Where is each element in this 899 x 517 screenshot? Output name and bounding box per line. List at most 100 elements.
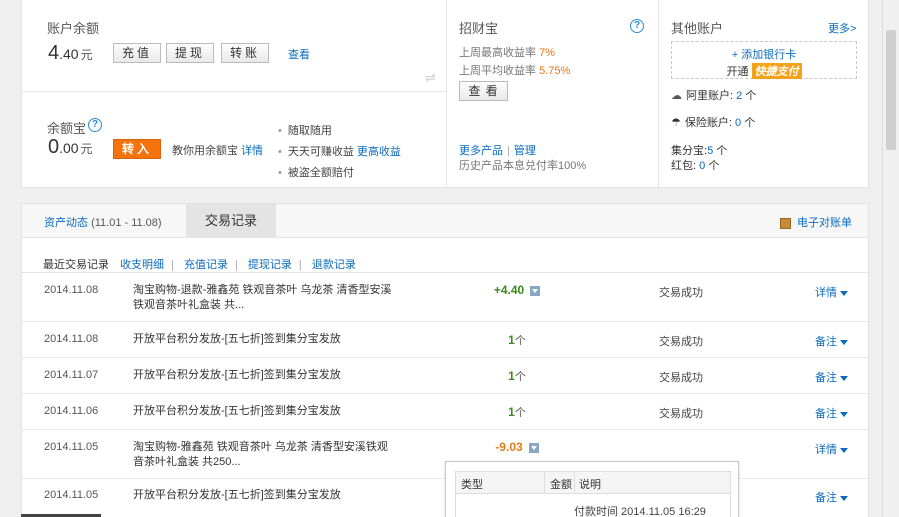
umbrella-icon: ☂ <box>671 117 681 129</box>
divider <box>544 472 545 494</box>
record-date: 2014.11.05 <box>44 441 99 453</box>
jifenbao-row: 集分宝:5 个 <box>671 145 728 157</box>
subnav-recharge[interactable]: 充值记录 <box>184 259 228 271</box>
recharge-button[interactable]: 充值 <box>113 43 161 63</box>
record-amount: 1个 <box>508 405 526 419</box>
yuebao-detail-link[interactable]: 详情 <box>241 145 263 157</box>
record-status: 交易成功 <box>659 408 703 420</box>
yuebao-amount: 0.00 元 <box>48 136 93 158</box>
transfer-in-button[interactable]: 转入 <box>113 139 161 159</box>
statement-icon <box>780 217 791 229</box>
expand-icon[interactable] <box>528 442 539 453</box>
yuebao-title: 余额宝 <box>47 121 87 136</box>
tab-transaction-records[interactable]: 交易记录 <box>186 204 276 238</box>
record-date: 2014.11.05 <box>44 489 99 501</box>
hongbao-count-link[interactable]: 0 <box>699 160 705 172</box>
record-desc: 开放平台积分发放-[五七折]签到集分宝发放 <box>133 369 341 381</box>
withdraw-button[interactable]: 提现 <box>166 43 214 63</box>
history-rate: 历史产品本息兑付率100% <box>459 160 587 172</box>
popup-pay-time: 付款时间 2014.11.05 16:29 <box>574 506 706 517</box>
record-status: 交易成功 <box>659 336 703 348</box>
help-icon[interactable]: ? <box>88 118 102 132</box>
popup-table: 类型 金额 说明 付款时间 2014.11.05 16:29 <box>455 471 731 517</box>
e-statement-link[interactable]: 电子对账单 <box>780 214 852 230</box>
feature-item: 天天可赚收益 更高收益 <box>278 144 401 165</box>
yuebao-features: 随取随用 天天可赚收益 更高收益 被盗全额赔付 <box>278 123 401 186</box>
more-products-link[interactable]: 更多产品 <box>459 145 503 157</box>
insurance-account-row: ☂ 保险账户: 0 个 <box>671 117 756 129</box>
hongbao-row: 红包: 0 个 <box>671 160 720 172</box>
zhaocaibao-view-button[interactable]: 查 看 <box>459 81 508 101</box>
record-detail-link[interactable]: 详情 <box>815 441 848 457</box>
cloud-icon: ☁ <box>671 90 682 102</box>
manage-link[interactable]: 管理 <box>514 145 536 157</box>
zhaocaibao-title: 招财宝 <box>459 21 499 36</box>
records-subnav: 最近交易记录 收支明细 | 充值记录 | 提现记录 | 退款记录 <box>43 259 356 271</box>
feature-item: 随取随用 <box>278 123 401 144</box>
record-note-link[interactable]: 备注 <box>815 369 848 385</box>
record-amount: +4.40 <box>487 283 547 297</box>
chevron-down-icon <box>840 495 848 501</box>
record-amount: 1个 <box>508 333 526 347</box>
add-bank-card-link[interactable]: + 添加银行卡 <box>672 46 856 62</box>
scrollbar-thumb[interactable] <box>886 30 896 150</box>
record-status: 交易成功 <box>659 372 703 384</box>
table-row: 2014.11.07 开放平台积分发放-[五七折]签到集分宝发放 1个 交易成功… <box>22 358 868 394</box>
chevron-down-icon <box>840 411 848 417</box>
quickpay-row: 开通 快捷支付 <box>672 63 856 79</box>
help-icon[interactable]: ? <box>630 19 644 33</box>
record-note-link[interactable]: 备注 <box>815 333 848 349</box>
record-amount: 1个 <box>508 369 526 383</box>
balance-view-link[interactable]: 查看 <box>288 46 310 62</box>
account-overview-panel: 账户余额 4.40 元 充值 提现 转账 查看 ⇌ 余额宝 ? 0.00 元 转入 … <box>21 0 869 188</box>
aliyun-account-row: ☁ 阿里账户: 2 个 <box>671 90 757 102</box>
record-desc: 开放平台积分发放-[五七折]签到集分宝发放 <box>133 333 341 345</box>
record-desc: 开放平台积分发放-[五七折]签到集分宝发放 <box>133 489 341 501</box>
subnav-refund[interactable]: 退款记录 <box>312 259 356 271</box>
record-detail-link[interactable]: 详情 <box>815 284 848 300</box>
record-desc: 淘宝购物-雅鑫苑 铁观音茶叶 乌龙茶 清香型安溪铁观音茶叶礼盒装 共250... <box>133 441 388 468</box>
other-accounts-title: 其他账户 <box>671 21 724 36</box>
table-row: 2014.11.08 开放平台积分发放-[五七折]签到集分宝发放 1个 交易成功… <box>22 322 868 358</box>
balance-amount: 4.40 元 <box>48 42 93 64</box>
tab-asset-activity[interactable]: 资产动态 (11.01 - 11.08) <box>44 214 162 230</box>
record-desc: 开放平台积分发放-[五七折]签到集分宝发放 <box>133 405 341 417</box>
yuebao-tip: 教你用余额宝 详情 <box>172 145 264 157</box>
popup-col-amount: 金额 <box>550 479 572 491</box>
record-note-link[interactable]: 备注 <box>815 489 848 505</box>
popup-col-note: 说明 <box>579 479 601 491</box>
rate-avg: 上周平均收益率 5.75% <box>459 65 571 77</box>
chevron-down-icon <box>840 339 848 345</box>
add-bank-card-box[interactable]: + 添加银行卡 开通 快捷支付 <box>671 41 857 79</box>
expand-icon[interactable] <box>530 285 541 296</box>
popup-col-type: 类型 <box>461 479 483 491</box>
higher-return-link[interactable]: 更高收益 <box>357 146 401 158</box>
transfer-button[interactable]: 转账 <box>221 43 269 63</box>
zhaocaibao-links: 更多产品 | 管理 <box>459 145 536 157</box>
chevron-down-icon <box>840 375 848 381</box>
subnav-label: 最近交易记录 <box>43 259 109 271</box>
feature-item: 被盗全额赔付 <box>278 165 401 186</box>
divider <box>658 0 659 188</box>
record-date: 2014.11.06 <box>44 405 99 417</box>
record-date: 2014.11.08 <box>44 284 99 296</box>
chevron-down-icon <box>840 447 848 453</box>
subnav-income-expense[interactable]: 收支明细 <box>120 259 164 271</box>
more-accounts-link[interactable]: 更多> <box>828 20 856 36</box>
transaction-detail-popup: 类型 金额 说明 付款时间 2014.11.05 16:29 <box>445 461 739 517</box>
record-date: 2014.11.08 <box>44 333 99 345</box>
divider <box>22 91 446 92</box>
insurance-count-link[interactable]: 0 <box>735 117 741 129</box>
rate-high: 上周最高收益率 7% <box>459 47 555 59</box>
record-amount: -9.03 <box>487 440 547 454</box>
table-row: 2014.11.06 开放平台积分发放-[五七折]签到集分宝发放 1个 交易成功… <box>22 394 868 430</box>
balance-title: 账户余额 <box>47 21 100 36</box>
quickpay-logo: 快捷支付 <box>751 63 802 79</box>
refresh-icon[interactable]: ⇌ <box>425 70 436 86</box>
page-scrollbar[interactable] <box>882 0 899 517</box>
subnav-withdraw[interactable]: 提现记录 <box>248 259 292 271</box>
jifenbao-count-link[interactable]: 5 <box>707 145 713 157</box>
aliyun-count-link[interactable]: 2 <box>736 90 742 102</box>
record-note-link[interactable]: 备注 <box>815 405 848 421</box>
divider <box>446 0 447 188</box>
